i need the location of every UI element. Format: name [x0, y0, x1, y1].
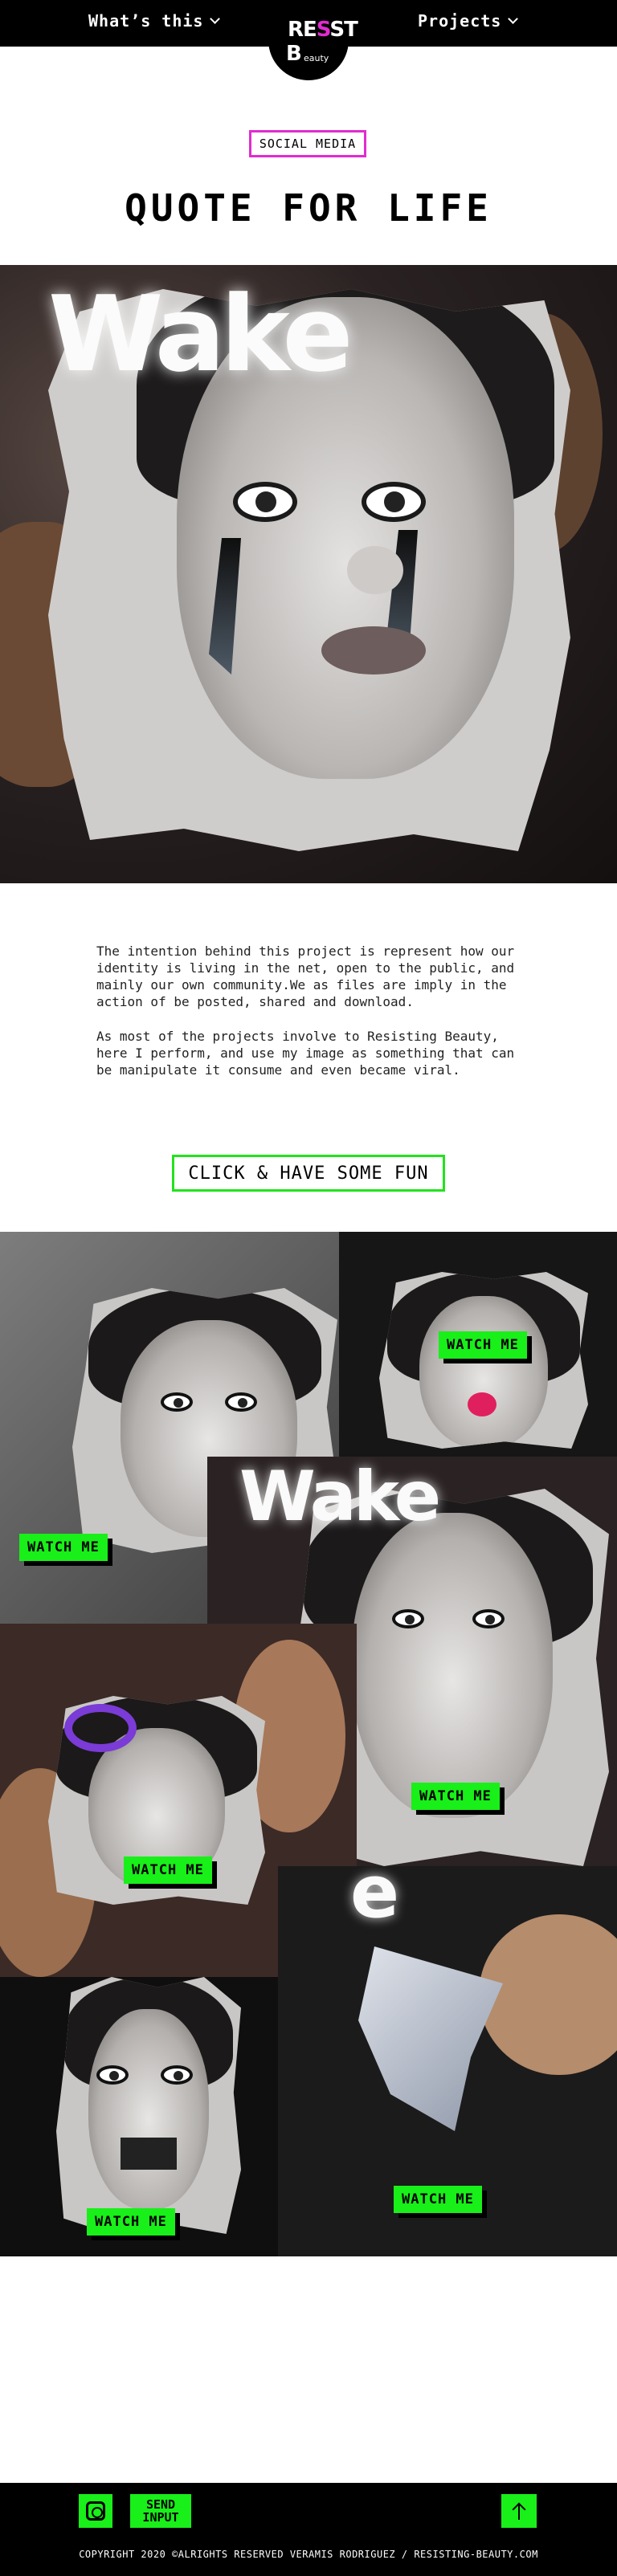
hero-right-eye — [362, 482, 426, 522]
category-tag: SOCIAL MEDIA — [249, 130, 366, 157]
tile-left-eye — [96, 2065, 129, 2085]
site-logo[interactable]: RESST B eauty — [268, 0, 358, 80]
tile-right-eye — [225, 1392, 257, 1412]
nav-whats-this[interactable]: What’s this — [88, 11, 221, 31]
hero-left-eye — [233, 482, 297, 522]
site-footer: SEND INPUT COPYRIGHT 2020 ©ALRIGHTS RESER… — [0, 2483, 617, 2576]
nav-whats-this-label: What’s this — [88, 11, 204, 31]
instagram-button[interactable] — [79, 2494, 112, 2528]
description-paragraph-2: As most of the projects involve to Resis… — [96, 1029, 515, 1078]
send-input-button[interactable]: SEND INPUT — [130, 2494, 191, 2528]
page-title: QUOTE FOR LIFE — [125, 186, 492, 230]
project-description: The intention behind this project is rep… — [96, 943, 522, 1096]
tile-left-eye — [161, 1392, 193, 1412]
watch-me-button[interactable]: WATCH ME — [87, 2208, 175, 2236]
instagram-icon — [86, 2501, 105, 2521]
logo-initial: B — [286, 42, 302, 66]
watch-me-button[interactable]: WATCH ME — [411, 1783, 500, 1810]
tile-overlay-word: Wake — [239, 1457, 441, 1537]
chevron-down-icon — [508, 14, 519, 24]
copyright-text: COPYRIGHT 2020 ©ALRIGHTS RESERVED VERAMI… — [79, 2549, 538, 2560]
tile-torn-mouth — [121, 2138, 177, 2170]
tile-red-lips — [468, 1392, 496, 1416]
torn-paper-photo — [379, 1272, 588, 1449]
hero-lips — [321, 626, 426, 675]
tile-right-eye — [161, 2065, 193, 2085]
have-fun-button[interactable]: CLICK & HAVE SOME FUN — [172, 1155, 445, 1192]
logo-bottom-line: eauty — [304, 53, 329, 63]
video-gallery: WATCH ME WATCH ME Wake WATCH ME WATCH ME — [0, 1232, 617, 2256]
hero-nose — [347, 546, 403, 594]
tile-left-eye — [392, 1609, 424, 1628]
arrow-up-icon — [512, 2502, 526, 2520]
tile-purple-stroke — [64, 1704, 137, 1752]
watch-me-button[interactable]: WATCH ME — [394, 2186, 482, 2213]
watch-me-button[interactable]: WATCH ME — [124, 1857, 212, 1884]
watch-me-button[interactable]: WATCH ME — [19, 1534, 108, 1561]
tile-face — [88, 2009, 209, 2210]
logo-top-line: RESST — [288, 18, 358, 42]
send-input-label: SEND INPUT — [142, 2497, 179, 2525]
nav-projects[interactable]: Projects — [418, 11, 519, 31]
watch-me-button[interactable]: WATCH ME — [439, 1331, 527, 1359]
tile-overlay-letter: e — [350, 1866, 399, 1934]
torn-paper-photo — [56, 1977, 241, 2234]
tile-right-eye — [472, 1609, 505, 1628]
description-paragraph-1: The intention behind this project is rep… — [96, 944, 515, 1009]
nav-projects-label: Projects — [418, 11, 502, 31]
hero-overlay-word: Wake — [48, 273, 353, 395]
chevron-down-icon — [210, 14, 221, 24]
tile-face — [419, 1296, 548, 1449]
tile-hand — [479, 1914, 617, 2075]
hero-image: Wake — [0, 265, 617, 883]
back-to-top-button[interactable] — [501, 2494, 537, 2528]
tile-face — [352, 1513, 553, 1818]
